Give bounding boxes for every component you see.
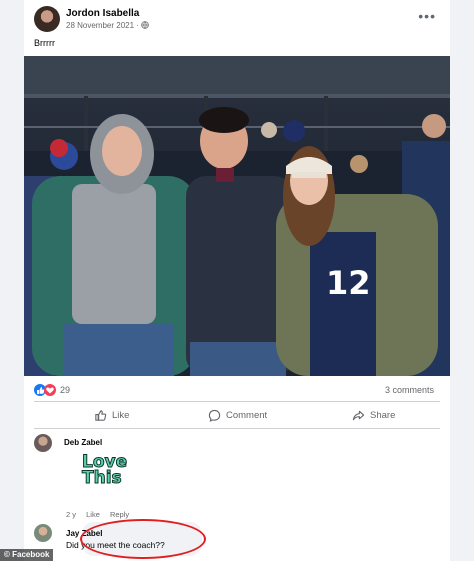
comment-time[interactable]: 2 y [66, 510, 76, 519]
comment-avatar[interactable] [34, 524, 52, 542]
svg-text:12: 12 [326, 264, 371, 302]
post-card: Jordon Isabella 28 November 2021 · ••• B… [24, 0, 450, 561]
comment-label: Comment [226, 409, 268, 421]
share-arrow-icon [352, 410, 365, 420]
comment-reply-link[interactable]: Reply [110, 510, 129, 519]
post-date[interactable]: 28 November 2021 · [66, 21, 149, 30]
comment-like-link[interactable]: Like [86, 510, 100, 519]
comment-count[interactable]: 3 comments [385, 385, 434, 395]
comment-author[interactable]: Deb Zabel [64, 438, 102, 447]
author-avatar[interactable] [34, 6, 60, 32]
highlight-circle [80, 519, 206, 559]
divider-top [34, 401, 440, 402]
reaction-count[interactable]: 29 [60, 385, 70, 395]
post-header: Jordon Isabella 28 November 2021 · ••• [34, 6, 440, 38]
reaction-bar[interactable]: 29 3 comments [34, 384, 440, 396]
comment-button[interactable]: Comment [208, 404, 267, 426]
globe-icon [141, 21, 149, 29]
more-options-icon[interactable]: ••• [418, 8, 436, 24]
comment-meta: 2 y Like Reply [66, 510, 137, 519]
like-button[interactable]: Like [94, 404, 129, 426]
thumbs-up-icon [95, 409, 107, 421]
comment-avatar[interactable] [34, 434, 52, 452]
post-caption: Brrrrr [34, 38, 55, 48]
comment-bubble-icon [208, 409, 221, 422]
post-photo[interactable]: 12 [24, 56, 450, 376]
like-label: Like [112, 409, 130, 421]
share-label: Share [370, 409, 396, 421]
love-icon [44, 384, 56, 396]
share-button[interactable]: Share [352, 404, 395, 426]
post-actions: Like Comment Share [34, 404, 440, 426]
photo-illustration: 12 [24, 56, 450, 376]
divider-bottom [34, 428, 440, 429]
author-name[interactable]: Jordon Isabella [66, 8, 139, 19]
post-date-text: 28 November 2021 · [66, 21, 142, 30]
love-this-sticker: Love This [81, 453, 127, 488]
sticker-line-2: This [81, 468, 122, 488]
source-watermark: © Facebook [0, 549, 54, 561]
